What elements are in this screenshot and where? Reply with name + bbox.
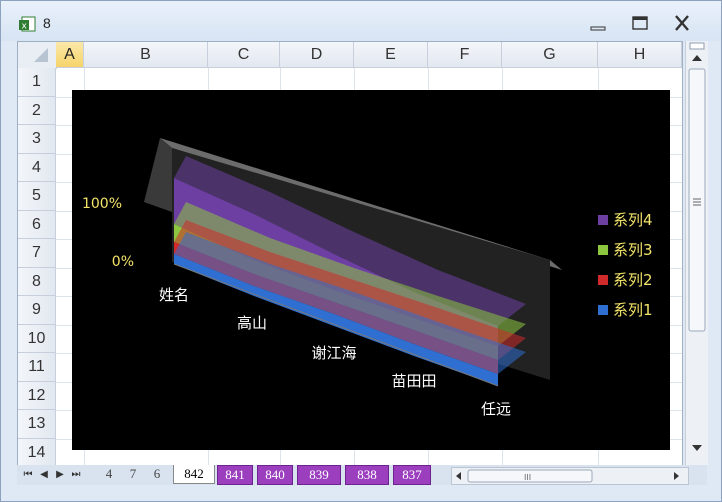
split-box [689, 42, 705, 50]
x-tick-label: 任远 [481, 400, 511, 418]
legend-swatch [598, 215, 608, 225]
legend-label: 系列4 [613, 211, 653, 229]
restore-button[interactable] [627, 13, 653, 33]
row-header[interactable]: 4 [18, 153, 56, 182]
legend-label: 系列1 [613, 301, 653, 319]
svg-text:x: x [22, 22, 28, 32]
excel-window: x 8 A B C D E F G H 1 2 3 4 5 6 7 8 9 10 11 12 13 14 [0, 0, 722, 502]
sheet-tab[interactable]: 838 [345, 465, 389, 485]
legend-label: 系列2 [613, 271, 653, 289]
column-header[interactable]: D [280, 42, 354, 68]
column-header[interactable]: B [84, 42, 208, 68]
excel-icon: x [19, 16, 36, 32]
column-header[interactable]: G [502, 42, 598, 68]
column-header[interactable]: C [208, 42, 280, 68]
x-tick-label: 谢江海 [311, 344, 356, 362]
row-header[interactable]: 7 [18, 239, 56, 268]
y-tick-label: 0% [112, 254, 134, 270]
row-header[interactable]: 1 [18, 68, 56, 97]
sheet-tab[interactable]: 837 [393, 465, 431, 485]
sheet-tab[interactable]: 840 [257, 465, 293, 485]
column-header[interactable]: A [56, 42, 84, 68]
row-header[interactable]: 2 [18, 96, 56, 125]
row-header[interactable]: 11 [18, 353, 56, 382]
legend-label: 系列3 [613, 241, 653, 259]
scroll-up-icon [692, 55, 702, 61]
legend-swatch [598, 275, 608, 285]
scroll-thumb [688, 68, 706, 332]
title-bar: x 8 [1, 1, 721, 41]
scroll-down-icon [692, 445, 702, 451]
legend-swatch [598, 305, 608, 315]
close-button[interactable] [669, 13, 695, 33]
select-all-corner[interactable] [18, 42, 57, 69]
stacked-area-chart: 0% 100% 姓名高山谢江海苗田田任远 系列4 系列3 系列2 系列1 [82, 138, 653, 418]
last-sheet-icon[interactable]: ⏭ [69, 468, 83, 482]
horizontal-scrollbar[interactable]: III [451, 467, 689, 485]
chart-area[interactable]: 0% 100% 姓名高山谢江海苗田田任远 系列4 系列3 系列2 系列1 [72, 90, 670, 450]
first-sheet-icon[interactable]: ⏮ [21, 468, 35, 482]
worksheet-grid[interactable]: A B C D E F G H 1 2 3 4 5 6 7 8 9 10 11 12 13 14 0% 10… [17, 41, 683, 467]
x-tick-label: 高山 [237, 314, 267, 332]
row-header[interactable]: 3 [18, 125, 56, 154]
vertical-scrollbar[interactable] [685, 41, 708, 465]
row-header[interactable]: 14 [18, 438, 56, 466]
chart-side-wall [144, 138, 172, 212]
sheet-tab[interactable]: 7 [123, 465, 143, 483]
h-scroll-grip: III [524, 473, 531, 482]
row-header[interactable]: 6 [18, 210, 56, 239]
row-header[interactable]: 8 [18, 267, 56, 296]
x-tick-label: 苗田田 [391, 372, 436, 390]
next-sheet-icon[interactable]: ▶ [53, 468, 67, 482]
row-header[interactable]: 10 [18, 324, 56, 353]
legend-swatch [598, 245, 608, 255]
row-header[interactable]: 12 [18, 381, 56, 410]
window-title: 8 [43, 15, 51, 31]
column-header[interactable]: E [354, 42, 428, 68]
sheet-tab[interactable]: 4 [99, 465, 119, 483]
y-tick-label: 100% [82, 196, 122, 212]
scroll-right-icon [674, 472, 679, 480]
sheet-tab-active[interactable]: 842 [173, 465, 215, 484]
prev-sheet-icon[interactable]: ◀ [37, 468, 51, 482]
sheet-tab-bar: ⏮ ◀ ▶ ⏭ 4 7 6 842 841 840 839 838 837 II… [17, 465, 707, 485]
minimize-button[interactable] [585, 13, 611, 33]
sheet-tab[interactable]: 6 [147, 465, 167, 483]
row-header[interactable]: 13 [18, 410, 56, 439]
scroll-left-icon [456, 472, 461, 480]
row-header[interactable]: 9 [18, 296, 56, 325]
sheet-tab[interactable]: 839 [297, 465, 341, 485]
x-tick-label: 姓名 [159, 286, 189, 304]
row-header[interactable]: 5 [18, 182, 56, 211]
column-header[interactable]: H [598, 42, 682, 68]
sheet-tab[interactable]: 841 [217, 465, 253, 485]
column-header[interactable]: F [428, 42, 502, 68]
